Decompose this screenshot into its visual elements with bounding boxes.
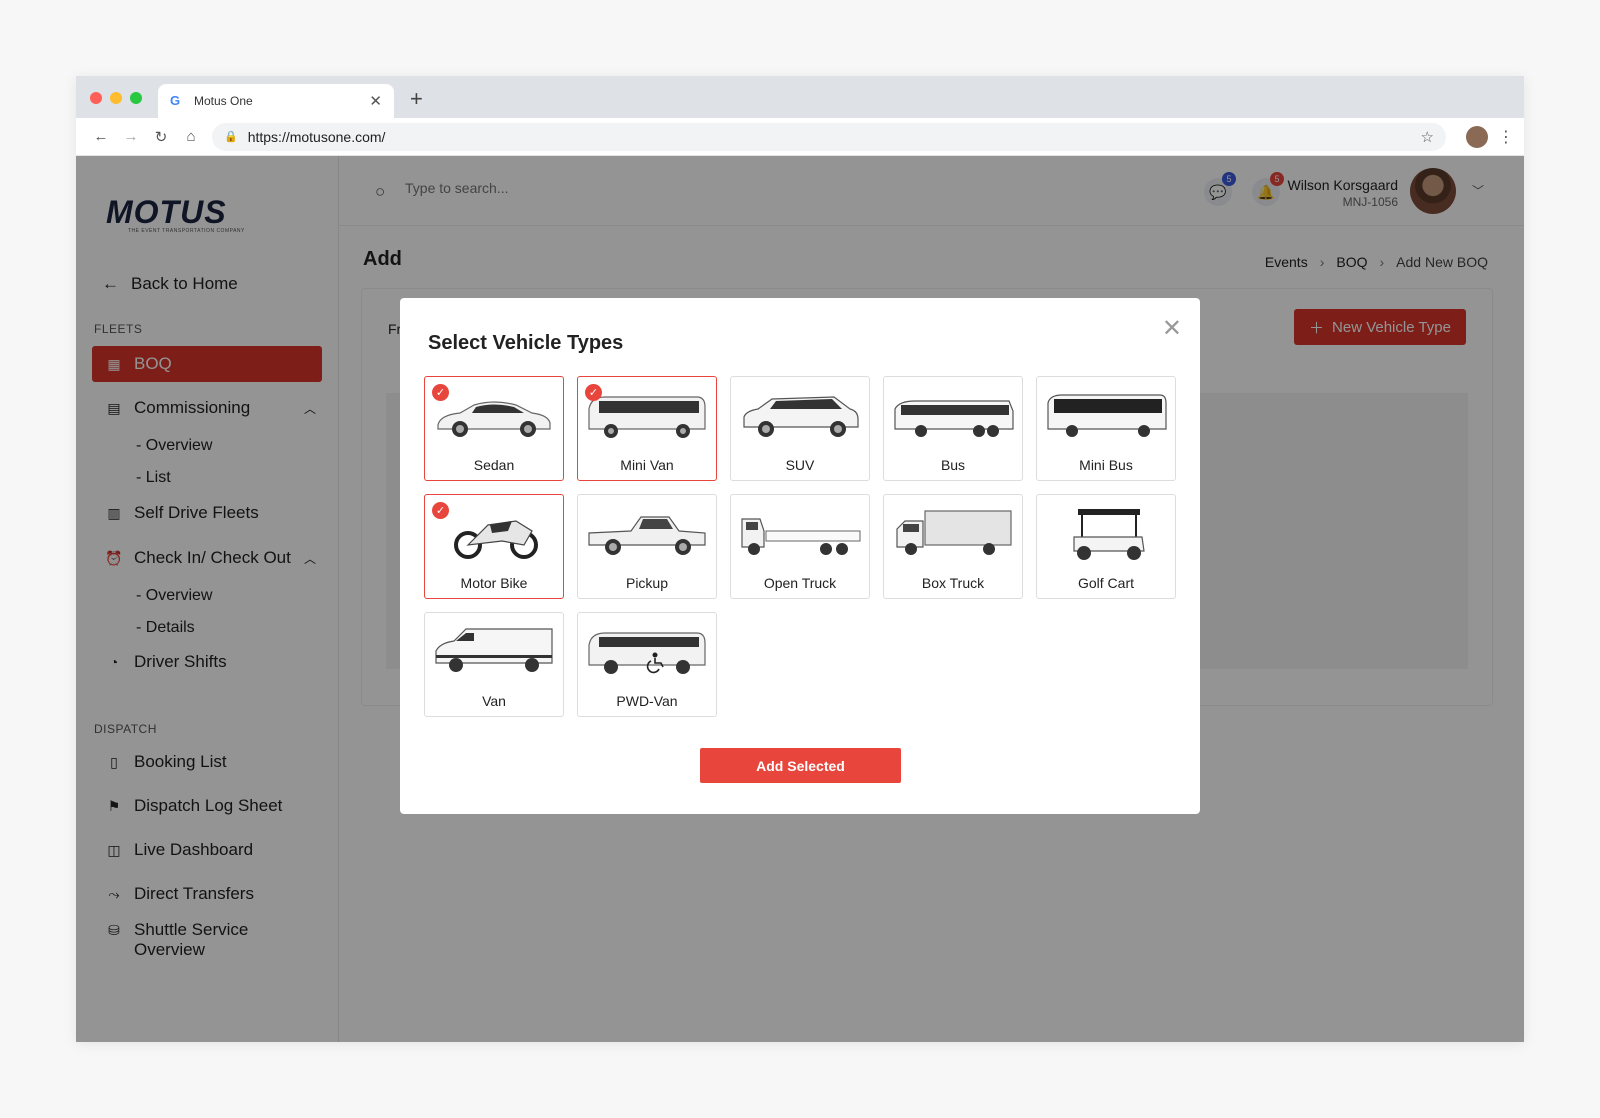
- vehicle-label: Sedan: [473, 457, 515, 473]
- vehicle-card-motor-bike[interactable]: ✓ Motor Bike: [424, 494, 564, 599]
- check-icon: ✓: [585, 384, 602, 401]
- vehicle-label: Golf Cart: [1077, 575, 1134, 591]
- vehicle-label: Pickup: [625, 575, 669, 591]
- vehicle-card-suv[interactable]: SUV: [730, 376, 870, 481]
- app-area: MOTUS THE EVENT TRANSPORTATION COMPANY ←…: [76, 156, 1524, 1042]
- suv-icon: [743, 396, 859, 437]
- back-arrow-icon[interactable]: ←: [86, 128, 116, 145]
- vehicle-card-bus[interactable]: Bus: [883, 376, 1023, 481]
- pwd-van-icon: [588, 632, 706, 674]
- van-icon: [435, 628, 553, 672]
- vehicle-card-mini-bus[interactable]: Mini Bus: [1036, 376, 1176, 481]
- bus-icon: [894, 400, 1014, 437]
- vehicle-card-sedan[interactable]: ✓ Sedan: [424, 376, 564, 481]
- check-icon: ✓: [432, 384, 449, 401]
- address-bar: ← → ↻ ⌂ 🔒 https://motusone.com/ ☆ ⋮: [76, 118, 1524, 156]
- close-icon[interactable]: ✕: [1162, 314, 1182, 343]
- vehicle-card-van[interactable]: Van: [424, 612, 564, 717]
- sedan-icon: [437, 401, 551, 437]
- vehicle-card-pickup[interactable]: Pickup: [577, 494, 717, 599]
- open-truck-icon: [741, 518, 861, 555]
- home-icon[interactable]: ⌂: [176, 128, 206, 145]
- vehicle-card-box-truck[interactable]: Box Truck: [883, 494, 1023, 599]
- vehicle-label: PWD-Van: [616, 693, 678, 709]
- vehicle-label: Box Truck: [921, 575, 985, 591]
- motorbike-icon: [454, 520, 538, 559]
- golf-cart-icon: [1073, 509, 1145, 560]
- vehicle-label: Mini Bus: [1079, 457, 1133, 473]
- close-window-button[interactable]: [90, 92, 102, 104]
- maximize-window-button[interactable]: [130, 92, 142, 104]
- vehicle-label: Van: [482, 693, 506, 709]
- minimize-window-button[interactable]: [110, 92, 122, 104]
- vehicle-label: Open Truck: [763, 575, 837, 591]
- check-icon: ✓: [432, 502, 449, 519]
- google-icon: G: [170, 93, 181, 108]
- vehicle-grid: ✓ Sedan ✓ Mini Van SUV Bus Mini Bus ✓ Mo…: [424, 376, 1176, 717]
- vehicle-card-golf-cart[interactable]: Golf Cart: [1036, 494, 1176, 599]
- minivan-icon: [588, 396, 706, 438]
- window-controls: [90, 92, 142, 104]
- vehicle-label: Mini Van: [620, 457, 674, 473]
- vehicle-label: SUV: [785, 457, 815, 473]
- lock-icon: 🔒: [224, 131, 238, 143]
- browser-menu-icon[interactable]: ⋮: [1498, 127, 1514, 147]
- bookmark-star-icon[interactable]: ☆: [1421, 128, 1434, 146]
- vehicle-label: Motor Bike: [460, 575, 528, 591]
- url-field[interactable]: 🔒 https://motusone.com/ ☆: [212, 122, 1446, 151]
- profile-avatar[interactable]: [1466, 125, 1488, 148]
- select-vehicle-types-modal: Select Vehicle Types ✕ ✓ Sedan ✓ Mini Va…: [400, 298, 1200, 814]
- url-text: https://motusone.com/: [247, 128, 386, 145]
- pickup-icon: [588, 516, 706, 555]
- forward-arrow-icon[interactable]: →: [116, 128, 146, 145]
- vehicle-label: Bus: [940, 457, 966, 473]
- box-truck-icon: [896, 510, 1012, 555]
- modal-title: Select Vehicle Types: [428, 332, 624, 354]
- close-tab-icon[interactable]: ✕: [369, 92, 382, 110]
- minibus-icon: [1047, 394, 1167, 437]
- browser-tab[interactable]: G Motus One ✕: [158, 84, 394, 118]
- vehicle-card-pwd-van[interactable]: PWD-Van: [577, 612, 717, 717]
- tab-title: Motus One: [194, 94, 253, 108]
- vehicle-card-open-truck[interactable]: Open Truck: [730, 494, 870, 599]
- new-tab-icon[interactable]: +: [410, 86, 423, 112]
- reload-icon[interactable]: ↻: [146, 128, 176, 146]
- vehicle-card-mini-van[interactable]: ✓ Mini Van: [577, 376, 717, 481]
- browser-window: G Motus One ✕ + ← → ↻ ⌂ 🔒 https://motuso…: [76, 76, 1524, 1042]
- tab-bar: G Motus One ✕ +: [76, 76, 1524, 118]
- add-selected-button[interactable]: Add Selected: [700, 748, 901, 783]
